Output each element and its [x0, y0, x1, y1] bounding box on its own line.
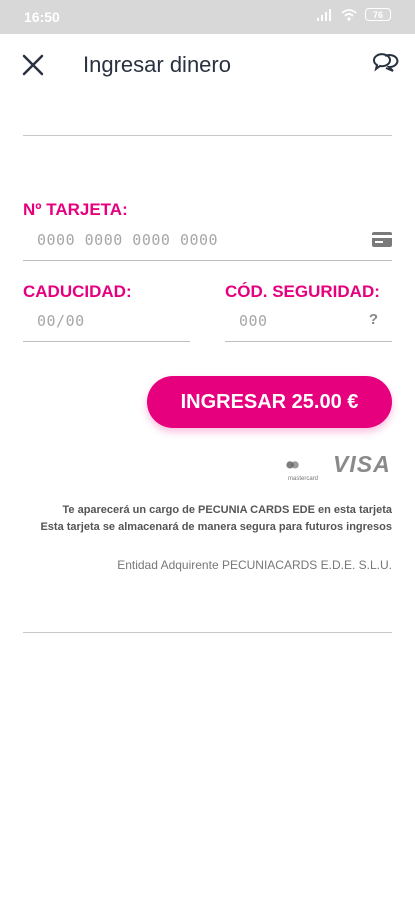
- battery-icon: 76: [365, 8, 391, 21]
- status-icons: 76: [317, 8, 391, 21]
- close-icon[interactable]: [20, 52, 46, 78]
- bottom-divider: [23, 632, 392, 633]
- card-number-field[interactable]: [23, 220, 392, 261]
- cvv-label: CÓD. SEGURIDAD:: [225, 282, 380, 301]
- expiry-field[interactable]: [23, 301, 190, 342]
- mastercard-text: mastercard: [288, 476, 319, 482]
- signal-icon: [317, 8, 331, 21]
- expiry-label: CADUCIDAD:: [23, 282, 132, 301]
- acquirer-text: Entidad Adquirente PECUNIACARDS E.D.E. S…: [117, 558, 392, 572]
- wifi-icon: [341, 8, 357, 21]
- submit-button[interactable]: INGRESAR 25.00 €: [147, 376, 392, 428]
- credit-card-icon: [372, 232, 392, 247]
- charge-info: Te aparecerá un cargo de PECUNIA CARDS E…: [62, 504, 393, 516]
- visa-logo: VISA: [333, 451, 391, 477]
- cvv-help-icon[interactable]: ?: [369, 311, 378, 328]
- page-title: Ingresar dinero: [83, 52, 231, 77]
- top-divider: [23, 135, 392, 136]
- storage-info: Esta tarjeta se almacenará de manera seg…: [40, 521, 392, 533]
- status-bar: 16:50 76: [0, 0, 415, 34]
- header: Ingresar dinero: [0, 34, 415, 104]
- card-number-input[interactable]: [23, 220, 392, 260]
- expiry-input[interactable]: [23, 301, 190, 341]
- status-time: 16:50: [24, 9, 60, 25]
- cvv-field[interactable]: ?: [225, 301, 392, 342]
- card-number-label: Nº TARJETA:: [23, 200, 128, 219]
- chat-icon[interactable]: [371, 50, 399, 78]
- cvv-input[interactable]: [225, 301, 392, 341]
